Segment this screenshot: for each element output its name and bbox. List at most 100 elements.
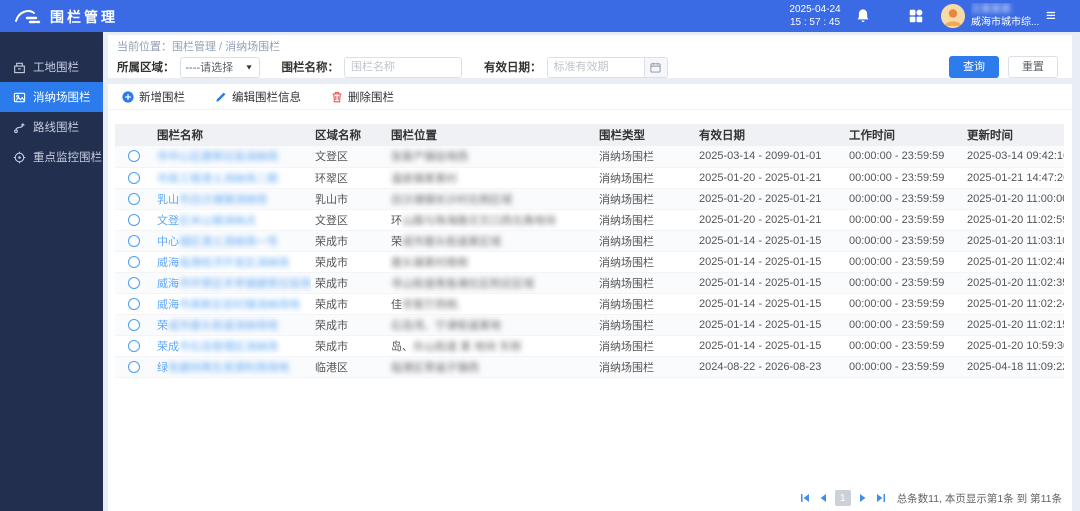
fence-name-link[interactable]: 威海临港经济开发区消纳场 [157, 257, 289, 269]
table-row[interactable]: 乳山市白沙滩镇消纳场 乳山市 白沙滩镇长沙村北侧区域 消纳场围栏 2025-01… [115, 188, 1064, 209]
location-cell: 温泉镇某某村 [387, 167, 595, 188]
table-row[interactable]: 威海临港经济开发区消纳场 荣成市 崖头镇某村南侧 消纳场围栏 2025-01-1… [115, 251, 1064, 272]
location-cell: 佳世客厅西侧, [387, 293, 595, 314]
valid-date-input[interactable] [548, 58, 644, 77]
last-page-icon[interactable] [875, 492, 887, 504]
fence-name-clear: 文登 [157, 215, 179, 227]
fence-name-masked: 成市崖头街道消纳场地 [168, 320, 278, 332]
row-select-radio[interactable] [128, 214, 140, 226]
table-row[interactable]: 文登区米山镇消纳点 文登区 环山路与珠海路交叉口西北角地块 消纳场围栏 2025… [115, 209, 1064, 230]
location-masked: 白沙滩镇长沙村北侧区域 [391, 194, 512, 206]
fence-type-cell: 消纳场围栏 [595, 209, 695, 230]
col-region-name: 区域名称 [311, 124, 387, 146]
notification-bell-icon[interactable] [855, 8, 871, 24]
row-select-radio[interactable] [128, 150, 140, 162]
region-cell: 荣成市 [311, 335, 387, 356]
sidebar-item-label: 重点监控围栏 [33, 149, 102, 165]
col-valid-date: 有效日期 [695, 124, 845, 146]
add-fence-button[interactable]: 新增围栏 [122, 89, 185, 105]
location-cell: 张家产镇驻地西 [387, 146, 595, 167]
row-select-radio[interactable] [128, 235, 140, 247]
reset-button[interactable]: 重置 [1008, 56, 1058, 78]
location-cell: 石岛湾、宁津街道某地 [387, 314, 595, 335]
header-date: 2025-04-24 [775, 3, 855, 16]
sidebar-item-route-fence[interactable]: 路线围栏 [0, 112, 103, 142]
fence-name-filter-label: 围栏名称： [282, 59, 340, 75]
table-row[interactable]: 绿色建材再生资源利用场地 临港区 临港区草庙子镇西 消纳场围栏 2024-08-… [115, 356, 1064, 377]
region-select[interactable]: ----请选择 ▼ [180, 57, 260, 78]
row-select-radio[interactable] [128, 298, 140, 310]
row-select-radio[interactable] [128, 319, 140, 331]
fence-name-link[interactable]: 市政工程渣土消纳场二期 [157, 173, 278, 185]
valid-date-cell: 2025-01-14 - 2025-01-15 [695, 272, 845, 293]
avatar-image [941, 4, 965, 28]
fence-name-masked: 市环翠区羊亭镇建筑垃圾场 [179, 278, 311, 290]
update-time-cell: 2025-04-18 11:09:22 [963, 356, 1064, 377]
table-row[interactable]: 市中心区建筑垃圾消纳场 文登区 张家产镇驻地西 消纳场围栏 2025-03-14… [115, 146, 1064, 167]
sidebar-item-monitor-fence[interactable]: 重点监控围栏 [0, 142, 103, 172]
pagination-bar: 1 总条数11, 本页显示第1条 到 第11条 [799, 489, 1062, 507]
menu-hamburger-icon[interactable]: ≡ [1046, 5, 1056, 27]
fence-name-link[interactable]: 威海市环翠区羊亭镇建筑垃圾场 [157, 278, 311, 290]
region-cell: 荣成市 [311, 251, 387, 272]
region-cell: 荣成市 [311, 230, 387, 251]
region-cell: 临港区 [311, 356, 387, 377]
row-select-radio[interactable] [128, 277, 140, 289]
row-select-radio[interactable] [128, 256, 140, 268]
fence-name-link[interactable]: 乳山市白沙滩镇消纳场 [157, 194, 267, 206]
edit-fence-button[interactable]: 编辑围栏信息 [215, 89, 301, 105]
sidebar-item-disposal-fence[interactable]: 消纳场围栏 [0, 82, 103, 112]
row-select-radio[interactable] [128, 340, 140, 352]
trash-icon [331, 91, 343, 103]
calendar-icon[interactable] [644, 58, 667, 77]
sidebar-item-site-fence[interactable]: 工地围栏 [0, 52, 103, 82]
user-avatar[interactable] [941, 4, 965, 28]
plus-circle-icon [122, 91, 134, 103]
prev-page-icon[interactable] [817, 492, 829, 504]
next-page-icon[interactable] [857, 492, 869, 504]
valid-date-cell: 2025-01-14 - 2025-01-15 [695, 230, 845, 251]
table-toolbar: 新增围栏 编辑围栏信息 删除围栏 [108, 84, 1072, 110]
valid-date-field [547, 57, 668, 78]
fence-name-masked: 区米山镇消纳点 [179, 215, 256, 227]
fence-name-link[interactable]: 威海市高新区初村镇消纳场地 [157, 299, 300, 311]
table-row[interactable]: 荣成市石岛管理区消纳场 荣成市 岛、斥山街道 某 地块 东侧 消纳场围栏 202… [115, 335, 1064, 356]
fence-name-link[interactable]: 市中心区建筑垃圾消纳场 [157, 151, 278, 163]
fence-name-masked: 市政工程渣土消纳场二期 [157, 173, 278, 185]
monitor-fence-icon [13, 151, 26, 164]
chevron-down-icon: ▼ [245, 63, 254, 71]
location-masked: 崖头镇某村南侧 [391, 257, 468, 269]
fence-name-link[interactable]: 文登区米山镇消纳点 [157, 215, 256, 227]
fence-name-link[interactable]: 中心城区渣土消纳场一号 [157, 236, 278, 248]
work-time-cell: 00:00:00 - 23:59:59 [845, 146, 963, 167]
table-row[interactable]: 中心城区渣土消纳场一号 荣成市 荣成市崖头街道某区域 消纳场围栏 2025-01… [115, 230, 1064, 251]
fence-name-clear: 乳山 [157, 194, 179, 206]
row-select-radio[interactable] [128, 361, 140, 373]
work-time-cell: 00:00:00 - 23:59:59 [845, 356, 963, 377]
query-button[interactable]: 查询 [949, 56, 999, 78]
table-row[interactable]: 市政工程渣土消纳场二期 环翠区 温泉镇某某村 消纳场围栏 2025-01-20 … [115, 167, 1064, 188]
header-time: 15 : 57 : 45 [775, 16, 855, 29]
breadcrumb-path[interactable]: 围栏管理 / 消纳场围栏 [172, 41, 280, 53]
delete-fence-button[interactable]: 删除围栏 [331, 89, 394, 105]
fence-name-link[interactable]: 绿色建材再生资源利用场地 [157, 362, 289, 374]
app-logo-icon [13, 7, 41, 25]
location-clear: 岛、 [391, 341, 413, 353]
first-page-icon[interactable] [799, 492, 811, 504]
table-row[interactable]: 威海市高新区初村镇消纳场地 荣成市 佳世客厅西侧, 消纳场围栏 2025-01-… [115, 293, 1064, 314]
apps-grid-icon[interactable] [908, 8, 924, 24]
sidebar-item-label: 消纳场围栏 [33, 89, 91, 105]
current-page-number[interactable]: 1 [835, 490, 851, 506]
pencil-icon [215, 91, 227, 103]
row-select-radio[interactable] [128, 172, 140, 184]
breadcrumb: 当前位置：围栏管理 / 消纳场围栏 [117, 38, 280, 54]
row-select-radio[interactable] [128, 193, 140, 205]
fence-name-masked: 市中心区建筑垃圾消纳场 [157, 151, 278, 163]
fence-name-link[interactable]: 荣成市石岛管理区消纳场 [157, 341, 278, 353]
valid-date-cell: 2025-01-14 - 2025-01-15 [695, 335, 845, 356]
fence-type-cell: 消纳场围栏 [595, 272, 695, 293]
table-row[interactable]: 荣成市崖头街道消纳场地 荣成市 石岛湾、宁津街道某地 消纳场围栏 2025-01… [115, 314, 1064, 335]
table-row[interactable]: 威海市环翠区羊亭镇建筑垃圾场 荣成市 寻山街道青鱼滩社区附近区域 消纳场围栏 2… [115, 272, 1064, 293]
fence-name-link[interactable]: 荣成市崖头街道消纳场地 [157, 320, 278, 332]
fence-name-input[interactable] [344, 57, 462, 78]
